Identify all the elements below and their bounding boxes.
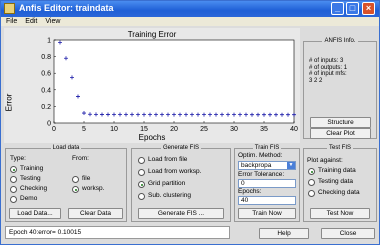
test-fis-title: Test FIS [326, 145, 353, 151]
clear-plot-button[interactable]: Clear Plot [310, 128, 371, 139]
plot-title: Training Error [127, 30, 177, 39]
y-tick-label: 0.8 [41, 54, 51, 61]
load-data-button[interactable]: Load Data... [9, 208, 61, 219]
optim-method-value: backpropa [241, 162, 272, 169]
test-fis-panel: Test FIS Plot against: Training data Tes… [303, 145, 377, 222]
radio-checking[interactable] [10, 186, 17, 193]
load-from-workspace-label: Load from worksp. [148, 168, 202, 175]
help-button[interactable]: Help [259, 228, 309, 239]
x-tick-label: 10 [110, 126, 118, 133]
radio-training[interactable] [10, 166, 17, 173]
plot-area [53, 39, 295, 124]
error-tolerance-input[interactable]: 0 [238, 179, 296, 188]
info-inputs: # of inputs: 3 [309, 58, 344, 64]
y-tick-label: 0.6 [41, 71, 51, 78]
testing-data-label: Testing data [318, 178, 354, 185]
y-tick-label: 0.4 [41, 87, 51, 94]
radio-training-data[interactable] [308, 168, 315, 175]
type-testing-label: Testing [20, 175, 41, 182]
x-axis-label: Epochs [138, 133, 166, 142]
optim-method-select[interactable]: backpropa ▼ [238, 161, 296, 170]
x-tick-label: 35 [260, 126, 268, 133]
radio-workspace[interactable] [72, 186, 79, 193]
type-demo-label: Demo [20, 195, 38, 202]
x-tick-label: 20 [170, 126, 178, 133]
x-tick-label: 25 [200, 126, 208, 133]
x-tick-label: 15 [140, 126, 148, 133]
load-data-panel: Load data Type: From: Training Testing C… [5, 145, 127, 222]
train-now-button[interactable]: Train Now [238, 208, 296, 219]
train-fis-title: Train FIS [252, 145, 282, 151]
generate-fis-panel: Generate FIS Load from file Load from wo… [131, 145, 231, 222]
type-checking-label: Checking [20, 185, 48, 192]
minimize-button[interactable]: _ [331, 2, 344, 15]
radio-demo[interactable] [10, 196, 17, 203]
clear-data-button[interactable]: Clear Data [68, 208, 123, 219]
generate-fis-button[interactable]: Generate FIS ... [138, 208, 224, 219]
train-fis-panel: Train FIS Optim. Method: backpropa ▼ Err… [234, 145, 300, 222]
anfis-info-panel: ANFIS Info. # of inputs: 3 # of outputs:… [303, 38, 377, 139]
radio-sub-clustering[interactable] [138, 193, 145, 200]
training-data-label: Training data [318, 167, 356, 174]
load-data-title: Load data [50, 145, 82, 151]
menu-file[interactable]: File [6, 18, 17, 25]
radio-file[interactable] [72, 176, 79, 183]
info-mf-counts: 3 2 2 [309, 77, 323, 84]
radio-load-from-workspace[interactable] [138, 169, 145, 176]
type-label: Type: [10, 155, 26, 162]
from-label: From: [72, 155, 89, 162]
from-workspace-label: worksp. [82, 185, 105, 192]
generate-fis-title: Generate FIS [160, 145, 202, 151]
radio-testing[interactable] [10, 176, 17, 183]
close-window-button[interactable]: × [362, 2, 375, 15]
x-tick-label: 5 [82, 126, 86, 133]
y-axis-label: Error [4, 93, 14, 112]
y-tick-label: 0.2 [41, 104, 51, 111]
from-file-label: file [82, 175, 91, 182]
maximize-button[interactable]: □ [346, 2, 359, 15]
status-bar: Epoch 40:error= 0.10015 [5, 226, 230, 239]
info-input-mfs: # of input mfs: [309, 71, 347, 77]
optim-method-label: Optim. Method: [238, 152, 283, 159]
y-tick-label: 0 [47, 121, 51, 128]
close-button[interactable]: Close [321, 228, 375, 239]
menu-edit[interactable]: Edit [25, 18, 37, 25]
radio-checking-data[interactable] [308, 190, 315, 197]
radio-grid-partition[interactable] [138, 181, 145, 188]
error-tolerance-label: Error Tolerance: [238, 171, 285, 178]
epochs-input[interactable]: 40 [238, 196, 296, 205]
plot-against-label: Plot against: [307, 157, 343, 164]
load-from-file-label: Load from file [148, 156, 188, 163]
x-tick-label: 30 [230, 126, 238, 133]
type-training-label: Training [20, 165, 44, 172]
title-bar: Anfis Editor: traindata _ □ × [1, 1, 379, 17]
app-icon [4, 3, 15, 14]
test-now-button[interactable]: Test Now [310, 208, 370, 219]
training-error-plot: 0 5 10 15 20 25 30 35 40 0 0.2 0.4 0.6 0.8 1 Training … [4, 28, 300, 143]
sub-clustering-label: Sub. clustering [148, 192, 191, 199]
grid-partition-label: Grid partition [148, 180, 186, 187]
dropdown-arrow-icon[interactable]: ▼ [287, 162, 295, 169]
x-tick-label: 40 [290, 126, 298, 133]
menu-view[interactable]: View [45, 18, 60, 25]
anfis-editor-window: Anfis Editor: traindata _ □ × File Edit Vi… [0, 0, 380, 245]
checking-data-label: Checking data [318, 189, 360, 196]
plot-canvas: 0 5 10 15 20 25 30 35 4000.20.40.60.81 [41, 38, 298, 134]
menu-bar: File Edit View [1, 17, 379, 26]
structure-button[interactable]: Structure [310, 117, 371, 128]
anfis-info-title: ANFIS Info. [322, 38, 358, 44]
window-title: Anfis Editor: traindata [19, 3, 114, 13]
x-tick-label: 0 [52, 126, 56, 133]
epochs-label: Epochs: [238, 188, 262, 195]
radio-load-from-file[interactable] [138, 157, 145, 164]
radio-testing-data[interactable] [308, 179, 315, 186]
